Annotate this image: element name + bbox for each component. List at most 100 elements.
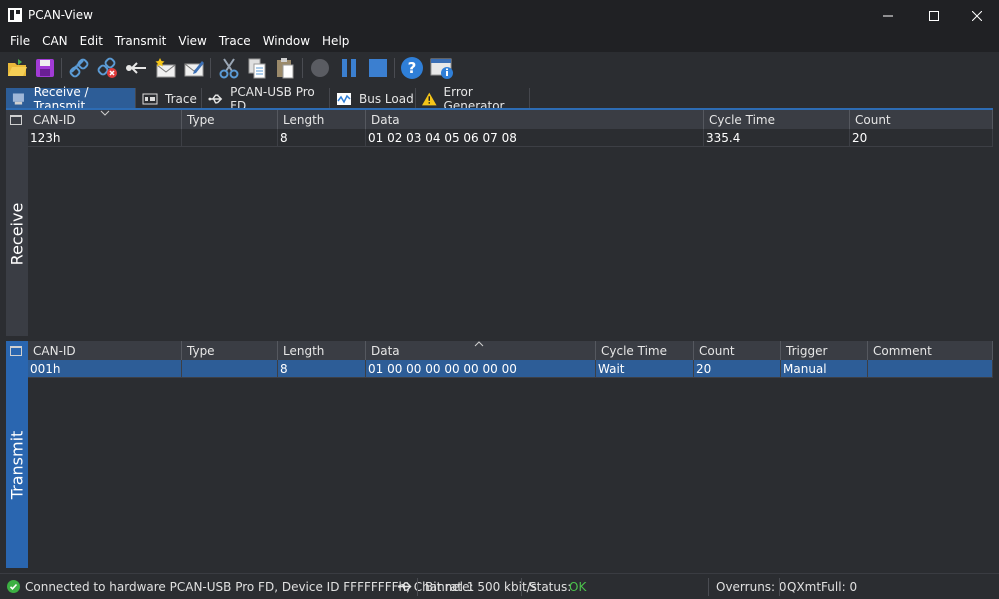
window-corner-icon[interactable] [10,115,22,125]
cell-can-id: 123h [28,129,182,147]
table-row[interactable]: 001h 8 01 00 00 00 00 00 00 00 Wait 20 M… [28,360,993,378]
status-separator [521,578,522,596]
cell-cycle-time: Wait [596,360,694,378]
column-comment[interactable]: Comment [868,341,993,360]
open-icon [8,59,27,76]
receive-label: Receive [7,202,27,266]
cut-icon [219,58,239,79]
menu-can[interactable]: CAN [36,31,74,52]
column-count[interactable]: Count [850,110,993,129]
receive-panel: Receive CAN-ID Type Length Data Cycle Ti… [6,110,993,336]
cell-cycle-time: 335.4 [704,129,850,147]
tab-label: Trace [165,91,197,106]
save-button[interactable] [33,56,57,80]
tab-receive-transmit[interactable]: Receive / Transmit [6,85,136,113]
column-data[interactable]: Data [366,110,704,129]
table-row[interactable]: 123h 8 01 02 03 04 05 06 07 08 335.4 20 [28,129,993,147]
record-button[interactable] [308,56,332,80]
sort-ascending-icon [474,341,484,347]
sort-descending-icon [100,110,110,116]
column-type[interactable]: Type [182,110,278,129]
trace-icon [142,93,158,104]
info-button[interactable] [430,56,454,80]
menu-help[interactable]: Help [316,31,355,52]
tab-label: Bus Load [359,91,414,106]
column-length[interactable]: Length [278,110,366,129]
bus-load-icon [337,92,351,105]
pause-button[interactable] [337,56,361,80]
cell-data: 01 00 00 00 00 00 00 00 [366,360,596,378]
column-type[interactable]: Type [182,341,278,360]
menu-file[interactable]: File [4,31,36,52]
warning-icon [422,92,437,105]
menu-window[interactable]: Window [257,31,316,52]
paste-icon [277,58,294,79]
toolbar: ? [0,52,999,84]
toolbar-separator [61,58,62,78]
transmit-grid: CAN-ID Type Length Data Cycle Time Count… [28,341,993,568]
disconnect-button[interactable] [95,56,119,80]
connected-check-icon [7,580,20,593]
edit-message-icon [184,61,204,77]
maximize-icon [929,10,939,21]
close-button[interactable] [954,0,999,31]
open-button[interactable] [5,56,29,80]
column-length[interactable]: Length [278,341,366,360]
transmit-label: Transmit [7,430,27,500]
edit-message-button[interactable] [182,56,206,80]
paste-button[interactable] [273,56,297,80]
toolbar-separator [302,58,303,78]
window-title: PCAN-View [28,8,93,22]
column-can-id[interactable]: CAN-ID [28,341,182,360]
disconnect-icon [97,57,117,78]
maximize-button[interactable] [911,0,957,31]
new-message-icon [155,58,176,78]
tab-bar: Receive / Transmit Trace PCAN-USB Pro FD… [6,85,993,113]
status-separator [779,578,780,596]
window-corner-icon[interactable] [10,346,22,356]
column-can-id[interactable]: CAN-ID [28,110,182,129]
cell-length: 8 [278,360,366,378]
column-label: CAN-ID [33,113,76,127]
column-trigger[interactable]: Trigger [781,341,868,360]
menu-transmit[interactable]: Transmit [109,31,172,52]
minimize-icon [883,15,893,16]
column-cycle-time[interactable]: Cycle Time [596,341,694,360]
status-label: Status: [529,580,572,594]
cell-data: 01 02 03 04 05 06 07 08 [366,129,704,147]
menu-view[interactable]: View [172,31,212,52]
toolbar-separator [394,58,395,78]
help-button[interactable]: ? [400,56,424,80]
minimize-button[interactable] [865,0,911,31]
cell-count: 20 [694,360,781,378]
cell-type [182,129,278,147]
column-cycle-time[interactable]: Cycle Time [704,110,850,129]
menu-edit[interactable]: Edit [74,31,109,52]
receive-grid: CAN-ID Type Length Data Cycle Time Count… [28,110,993,336]
cut-button[interactable] [217,56,241,80]
tab-error-generator[interactable]: Error Generator [416,85,530,113]
tab-trace[interactable]: Trace [136,88,202,109]
tab-pcan-usb-pro-fd[interactable]: PCAN-USB Pro FD [202,85,330,113]
copy-icon [248,58,266,79]
receive-header: CAN-ID Type Length Data Cycle Time Count [28,110,993,129]
status-separator [417,578,418,596]
connect-button[interactable] [67,56,91,80]
copy-button[interactable] [245,56,269,80]
pcan-app-icon [8,8,22,22]
column-data[interactable]: Data [366,341,596,360]
usb-icon [398,582,412,591]
close-icon [972,10,982,21]
stop-button[interactable] [366,56,390,80]
reset-button[interactable] [124,56,148,80]
stop-icon [369,59,387,77]
new-message-button[interactable] [154,56,178,80]
receive-side-bar: Receive [6,110,28,336]
tab-bus-load[interactable]: Bus Load [330,88,416,109]
reset-icon [126,62,146,74]
transmit-header: CAN-ID Type Length Data Cycle Time Count… [28,341,993,360]
record-icon [311,59,329,77]
column-count[interactable]: Count [694,341,781,360]
menu-trace[interactable]: Trace [213,31,257,52]
column-label: Data [371,344,400,358]
